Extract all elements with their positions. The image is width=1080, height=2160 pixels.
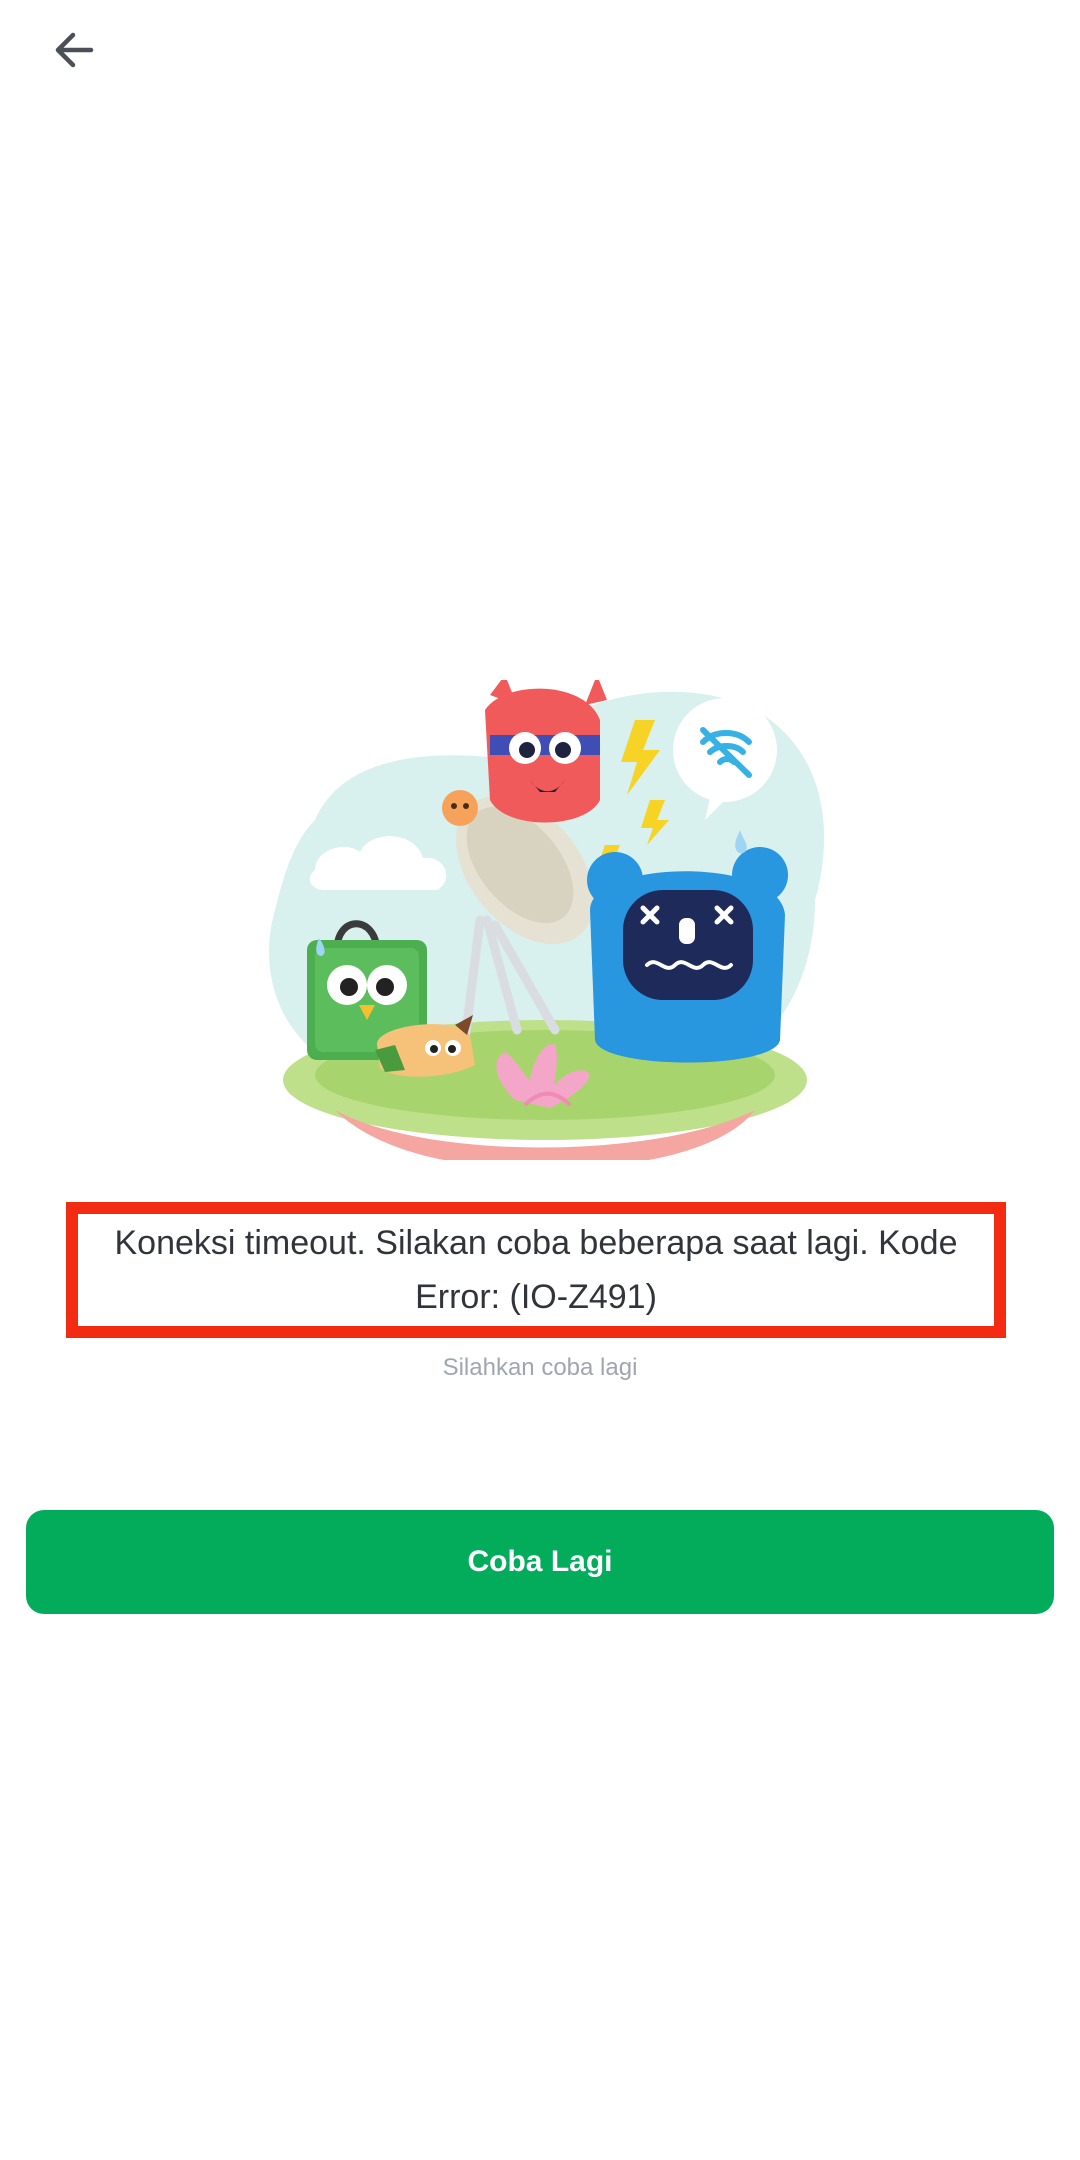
retry-button-label: Coba Lagi <box>467 1545 613 1578</box>
arrow-left-icon <box>55 32 94 68</box>
retry-button[interactable]: Coba Lagi <box>26 1510 1054 1614</box>
error-message-text: Koneksi timeout. Silakan coba beberapa s… <box>114 1224 958 1316</box>
back-button[interactable] <box>36 12 112 88</box>
subtitle-text: Silahkan coba lagi <box>442 1354 638 1381</box>
connection-error-illustration <box>269 680 825 1160</box>
error-page: Koneksi timeout. Silakan coba beberapa s… <box>0 0 1080 2160</box>
error-message-highlight: Koneksi timeout. Silakan coba beberapa s… <box>66 1202 1006 1338</box>
